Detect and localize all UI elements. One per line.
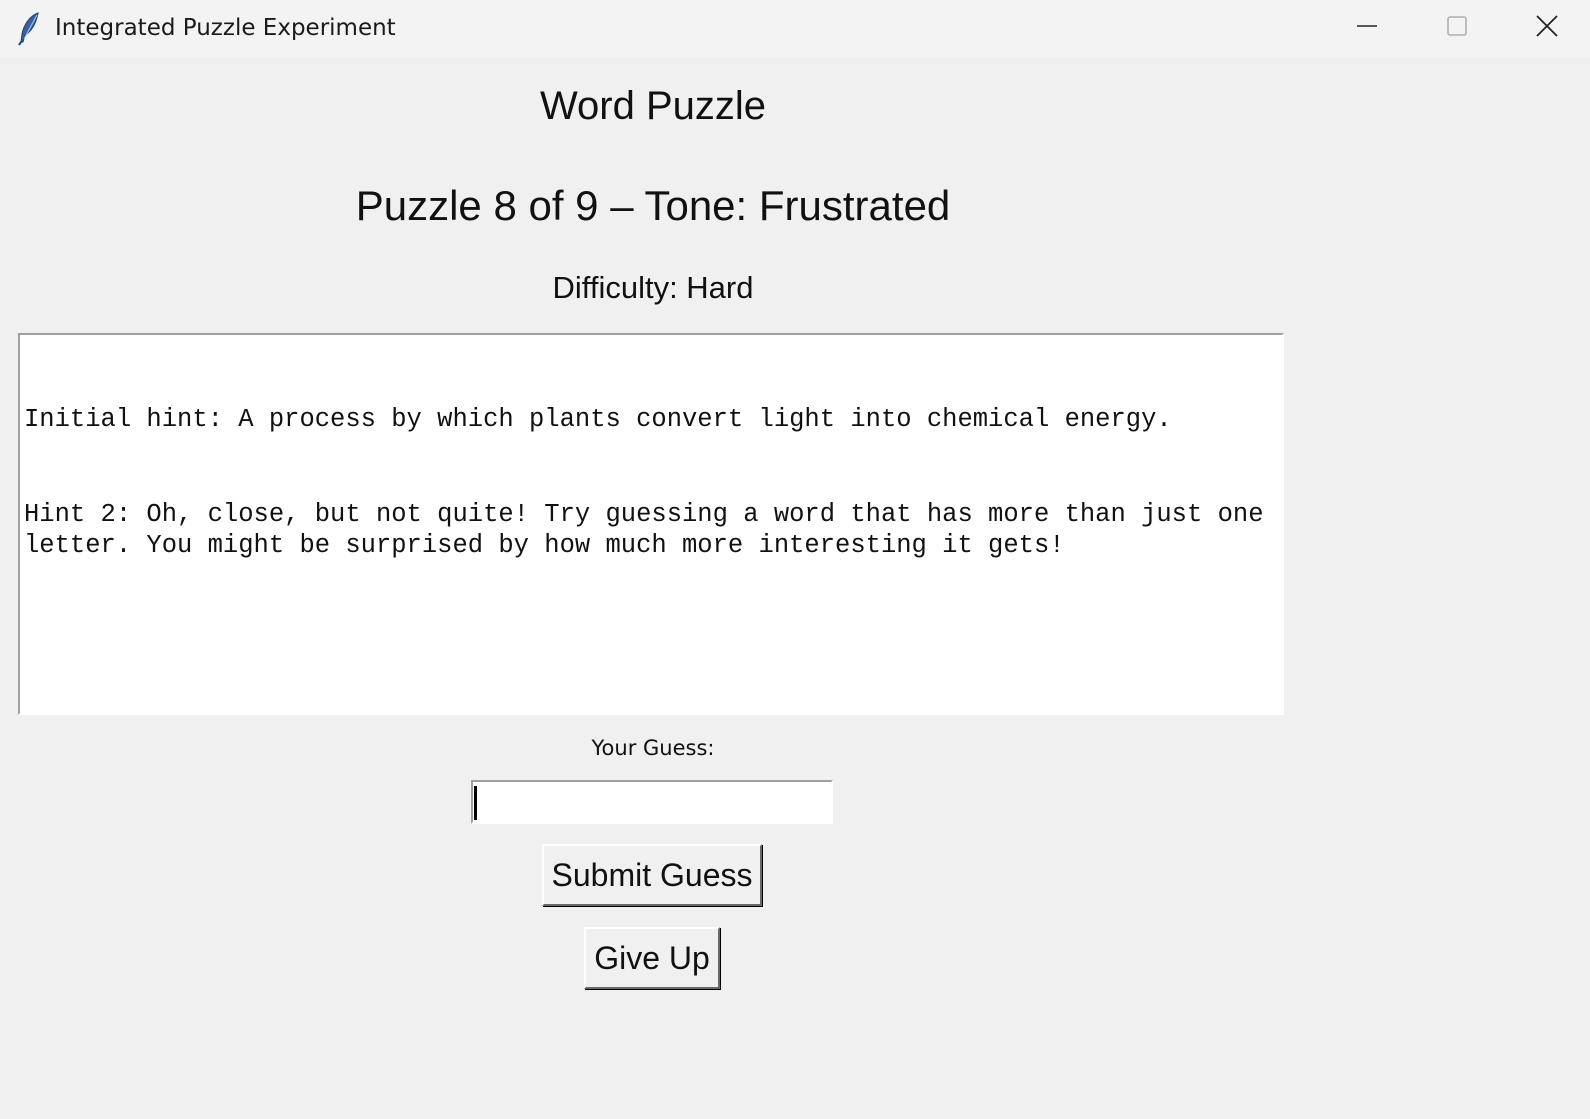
submit-guess-button[interactable]: Submit Guess (542, 844, 762, 906)
guess-input[interactable] (471, 780, 833, 824)
minimize-icon (1356, 15, 1378, 42)
feather-icon (16, 12, 42, 46)
close-button[interactable] (1502, 0, 1590, 57)
hint-line-initial: Initial hint: A process by which plants … (24, 405, 1172, 434)
difficulty-label: Difficulty: Hard (552, 270, 754, 305)
hint-line-2: Hint 2: Oh, close, but not quite! Try gu… (24, 499, 1279, 561)
title-bar[interactable]: Integrated Puzzle Experiment (0, 0, 1590, 57)
text-caret (474, 786, 477, 820)
give-up-button[interactable]: Give Up (584, 927, 720, 989)
maximize-icon (1446, 15, 1468, 42)
maximize-button[interactable] (1412, 0, 1502, 57)
guess-label: Your Guess: (591, 736, 715, 760)
puzzle-info: Puzzle 8 of 9 – Tone: Frustrated (355, 182, 951, 229)
window-title: Integrated Puzzle Experiment (55, 15, 396, 41)
page-title: Word Puzzle (539, 84, 766, 128)
close-icon (1535, 14, 1559, 43)
minimize-button[interactable] (1322, 0, 1412, 57)
hint-text-area[interactable]: Initial hint: A process by which plants … (18, 333, 1284, 715)
app-window: Integrated Puzzle Experiment Word Puzzle… (0, 0, 1590, 1119)
